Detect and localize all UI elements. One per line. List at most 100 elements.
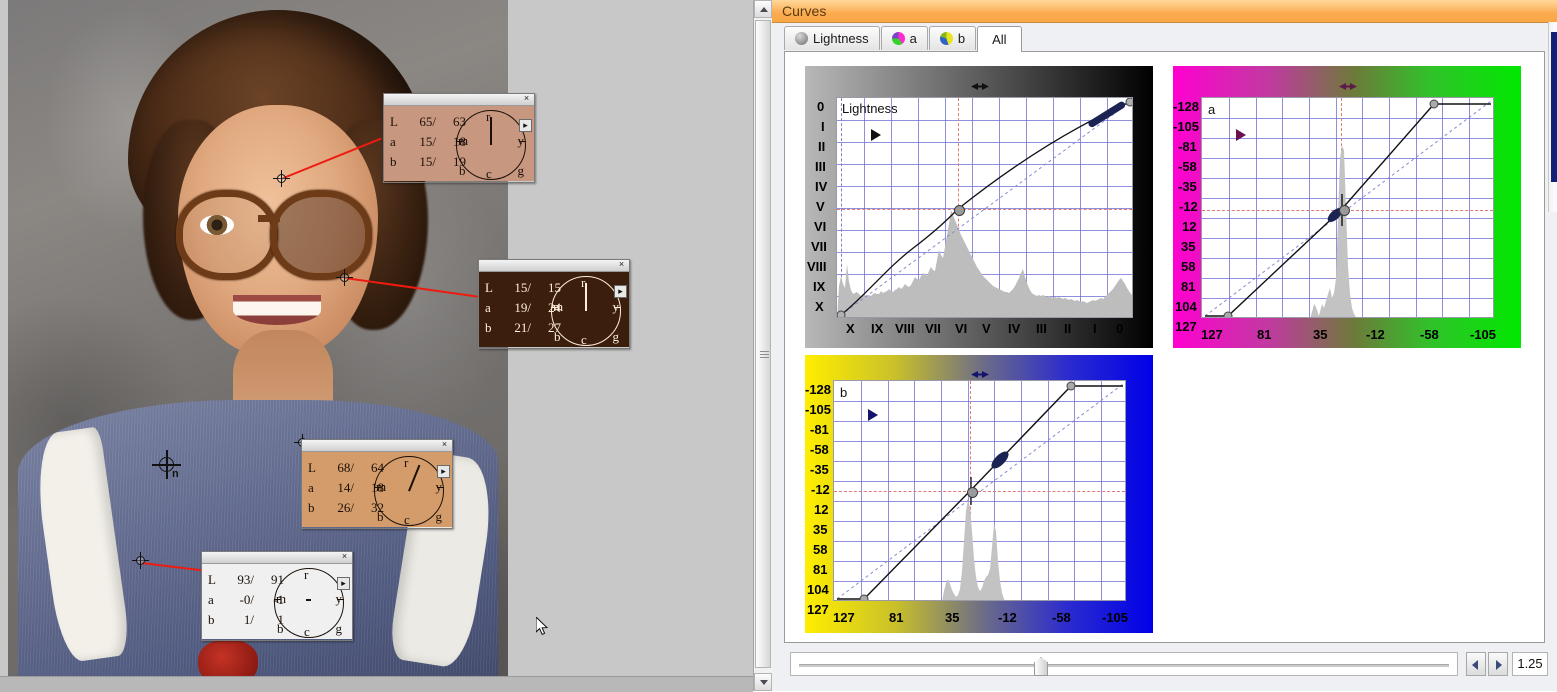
- b-plot-area[interactable]: b: [833, 380, 1126, 601]
- tab-a[interactable]: a: [880, 26, 928, 50]
- color-wheel-icon: r y g c b m: [551, 275, 621, 347]
- close-icon[interactable]: ×: [521, 93, 532, 104]
- tab-b[interactable]: b: [928, 26, 977, 50]
- photo-mouth: [233, 295, 321, 325]
- popup-body: L68/64 a14/18 b26/32 r y g c b m ▸: [302, 452, 452, 527]
- image-canvas-pane[interactable]: n × L65/63 a15/18 b15/19 r y g c b m: [0, 0, 753, 691]
- slider-value-field[interactable]: 1.25: [1512, 652, 1548, 676]
- photo-glasses-left: [176, 190, 278, 280]
- scroll-up-button[interactable]: [754, 0, 772, 18]
- curve-control-point[interactable]: [954, 205, 965, 216]
- wheel-center-dot: [306, 599, 311, 601]
- a-plot-area[interactable]: a: [1201, 97, 1494, 318]
- close-icon[interactable]: ×: [616, 259, 627, 270]
- sample-marker[interactable]: [273, 170, 290, 187]
- x-tick: I: [1093, 321, 1097, 336]
- popup-title-bar[interactable]: ×: [202, 551, 352, 564]
- x-tick: VIII: [895, 321, 915, 336]
- endpoint-high: [1429, 99, 1439, 109]
- color-wheel-icon: r y g c b m: [274, 567, 344, 639]
- x-tick: -12: [998, 610, 1017, 625]
- y-tick: -35: [1178, 179, 1197, 194]
- y-tick: -105: [805, 402, 832, 417]
- x-tick: -12: [1366, 327, 1385, 342]
- lightness-curve-svg: [837, 98, 1132, 317]
- channel-label: Lightness: [842, 101, 898, 116]
- y-tick: 127: [807, 602, 829, 617]
- y-tick: 58: [813, 542, 828, 557]
- y-tick: 12: [1182, 219, 1197, 234]
- popup-title-bar[interactable]: ×: [479, 259, 629, 272]
- lab-values: L 68/64 a 14/18 b 26/32: [308, 460, 384, 515]
- channel-pointer-icon: [1236, 129, 1246, 141]
- popup-title-bar[interactable]: ×: [384, 93, 534, 106]
- photo-eye: [200, 215, 234, 235]
- right-edge-scrollbar[interactable]: [1548, 22, 1557, 212]
- y-tick: IX: [813, 279, 826, 294]
- tab-lightness[interactable]: Lightness: [784, 26, 880, 50]
- curve-panel-a[interactable]: -128 -105 -81 -58 -35 -12 12 35 58 81 10…: [1173, 66, 1521, 348]
- curves-title-bar[interactable]: Curves: [772, 0, 1557, 23]
- color-readout-popup[interactable]: × L93/91 a-0/-1 b1/1 r y g c b m: [201, 551, 353, 641]
- sample-marker[interactable]: [132, 552, 149, 569]
- x-tick: 127: [833, 610, 855, 625]
- x-tick: 35: [1313, 327, 1328, 342]
- slider-track-box[interactable]: [790, 652, 1458, 676]
- y-tick: -105: [1173, 119, 1200, 134]
- curve-panel-b[interactable]: -128 -105 -81 -58 -35 -12 12 35 58 81 10…: [805, 355, 1153, 633]
- popup-menu-icon[interactable]: ▸: [437, 465, 450, 478]
- tab-all[interactable]: All: [977, 26, 1022, 52]
- curve-control-point[interactable]: [1339, 205, 1350, 216]
- popup-body: L93/91 a-0/-1 b1/1 r y g c b m ▸: [202, 564, 352, 639]
- close-icon[interactable]: ×: [439, 439, 450, 450]
- mouse-cursor-icon: [536, 617, 548, 636]
- sample-marker[interactable]: [336, 269, 353, 286]
- slider-thumb[interactable]: [1034, 657, 1048, 676]
- y-tick: III: [815, 159, 826, 174]
- x-tick: VII: [925, 321, 941, 336]
- color-readout-popup[interactable]: × L65/63 a15/18 b15/19 r y g c b m: [383, 93, 535, 183]
- y-tick: VI: [814, 219, 827, 234]
- popup-menu-icon[interactable]: ▸: [519, 119, 532, 132]
- y-tick: -81: [810, 422, 829, 437]
- slider-decrement-button[interactable]: [1466, 652, 1486, 676]
- endpoint-low: [859, 594, 869, 600]
- photo-glasses-bridge: [258, 215, 280, 222]
- lightness-plot-area[interactable]: Lightness: [836, 97, 1133, 318]
- zoom-slider-row[interactable]: 1.25: [790, 652, 1548, 676]
- scrollbar-thumb[interactable]: [755, 20, 771, 668]
- right-edge-thumb[interactable]: [1551, 32, 1557, 182]
- y-tick: -12: [811, 482, 830, 497]
- y-tick: -35: [810, 462, 829, 477]
- close-icon[interactable]: ×: [339, 551, 350, 562]
- x-tick: 35: [945, 610, 960, 625]
- y-tick: V: [816, 199, 825, 214]
- channel-tab-bar[interactable]: Lightness a b All: [784, 26, 1023, 52]
- y-tick: -12: [1179, 199, 1198, 214]
- slider-track[interactable]: [799, 664, 1449, 667]
- window-title: Curves: [782, 3, 827, 19]
- y-tick: 12: [814, 502, 829, 517]
- color-readout-popup[interactable]: × L68/64 a14/18 b26/32 r y g c b m: [301, 439, 453, 529]
- popup-menu-icon[interactable]: ▸: [614, 285, 627, 298]
- image-pane-scrollbar[interactable]: [753, 0, 772, 691]
- a-channel-swatch-icon: [891, 32, 905, 45]
- scrollbar-grip-icon: [760, 351, 769, 358]
- y-tick: 35: [813, 522, 828, 537]
- popup-menu-icon[interactable]: ▸: [337, 577, 350, 590]
- histogram: [942, 499, 1005, 600]
- curve-panel-lightness[interactable]: 0 I II III IV V VI VII VIII IX X X IX VI…: [805, 66, 1153, 348]
- curves-tab-content: 0 I II III IV V VI VII VIII IX X X IX VI…: [784, 51, 1545, 643]
- color-readout-popup[interactable]: × L15/15 a19/24 b21/27 r y g c b m: [478, 259, 630, 349]
- popup-title-bar[interactable]: ×: [302, 439, 452, 452]
- scroll-down-button[interactable]: [754, 673, 772, 691]
- photo-glasses-right: [270, 190, 372, 280]
- curve-control-point[interactable]: [967, 487, 978, 498]
- slider-increment-button[interactable]: [1488, 652, 1508, 676]
- endpoint-high: [1066, 381, 1076, 391]
- y-tick: II: [818, 139, 826, 154]
- y-tick: -58: [810, 442, 829, 457]
- y-tick: 104: [1175, 299, 1197, 314]
- channel-pointer-icon: [871, 129, 881, 141]
- color-wheel-icon: r y g c b m: [374, 455, 444, 527]
